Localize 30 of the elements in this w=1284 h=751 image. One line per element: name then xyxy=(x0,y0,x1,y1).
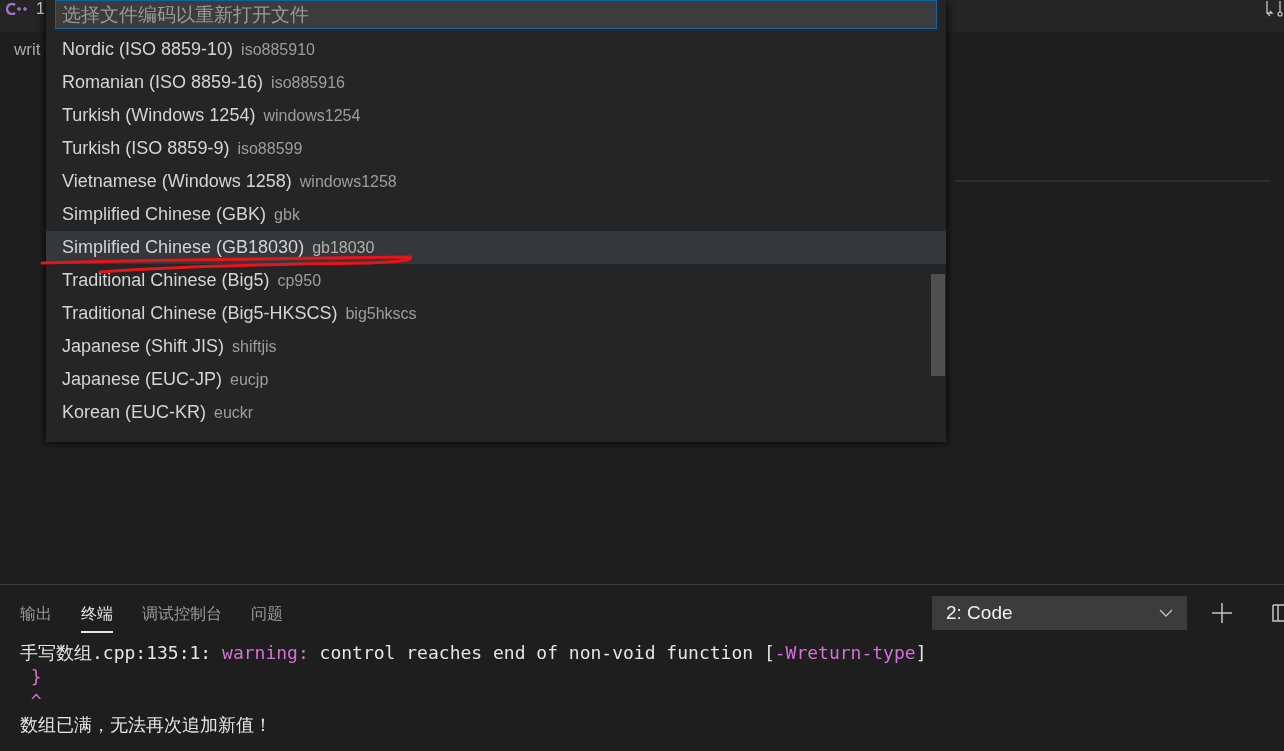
encoding-option[interactable]: Traditional Chinese (Big5-HKSCS) big5hkscs xyxy=(46,297,946,330)
terminal-line: } xyxy=(29,665,43,689)
panel-tab[interactable]: 输出 xyxy=(20,597,52,633)
encoding-option[interactable]: Japanese (Shift JIS) shiftjis xyxy=(46,330,946,363)
panel-tab[interactable]: 终端 xyxy=(81,597,113,633)
cpp-file-icon xyxy=(6,3,28,15)
encoding-option[interactable]: Simplified Chinese (GBK) gbk xyxy=(46,198,946,231)
compare-changes-icon[interactable] xyxy=(1264,0,1284,18)
encoding-option[interactable]: Simplified Chinese (GB18030) gb18030 xyxy=(46,231,946,264)
encoding-option[interactable]: Vietnamese (Windows 1258) windows1258 xyxy=(46,165,946,198)
terminal-line: ^ xyxy=(29,689,43,713)
encoding-option[interactable]: Turkish (Windows 1254) windows1254 xyxy=(46,99,946,132)
encoding-option[interactable]: Traditional Chinese (Big5) cp950 xyxy=(46,264,946,297)
split-icon[interactable] xyxy=(1272,604,1284,622)
terminal-select[interactable]: 2: Code xyxy=(932,596,1187,630)
breadcrumb[interactable]: writ xyxy=(14,40,41,59)
terminal-line: 数组已满，无法再次追加新值！ xyxy=(20,713,273,737)
encoding-option[interactable]: Nordic (ISO 8859-10) iso885910 xyxy=(46,33,946,66)
encoding-option[interactable]: Japanese (EUC-JP) eucjp xyxy=(46,363,946,396)
encoding-option[interactable]: Romanian (ISO 8859-16) iso885916 xyxy=(46,66,946,99)
plus-icon[interactable] xyxy=(1212,603,1232,623)
encoding-option[interactable]: Korean (EUC-KR) euckr xyxy=(46,396,946,429)
panel-tab[interactable]: 问题 xyxy=(251,597,283,633)
encoding-option[interactable]: Turkish (ISO 8859-9) iso88599 xyxy=(46,132,946,165)
editor-tab[interactable]: 1 xyxy=(36,0,45,18)
scrollbar-thumb[interactable] xyxy=(931,274,945,376)
search-field[interactable]: 选择文件编码以重新打开文件 xyxy=(55,0,937,29)
terminal-line: 手写数组.cpp:135:1: warning: control reaches end of non-void function [-Wreturn-type] xyxy=(20,641,928,665)
panel-tab[interactable]: 调试控制台 xyxy=(142,597,222,633)
chevron-down-icon xyxy=(1159,609,1173,617)
